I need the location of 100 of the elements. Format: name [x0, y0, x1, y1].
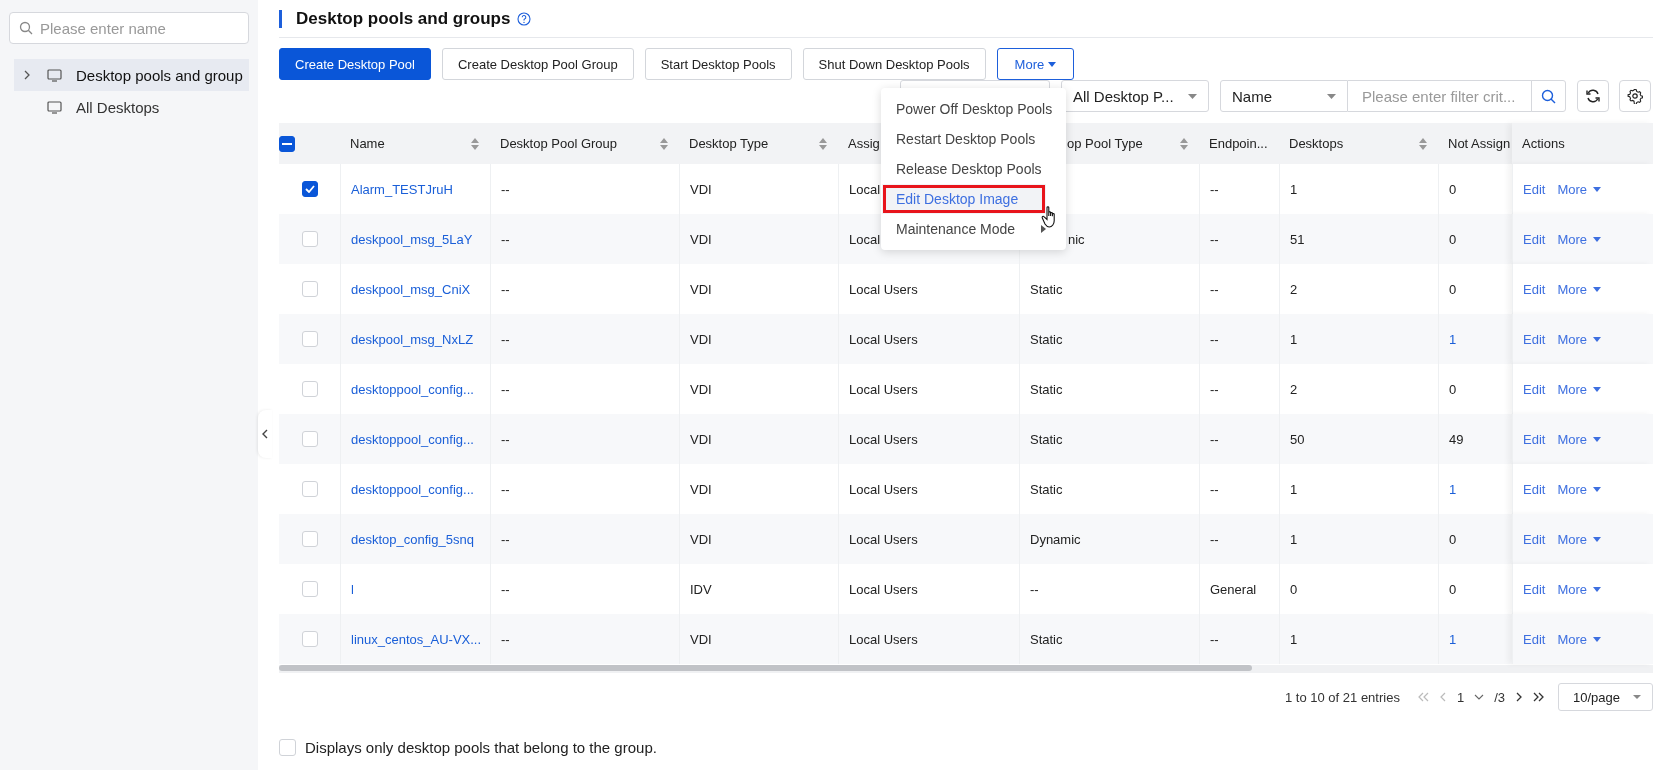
pool-name-link[interactable]: desktop_config_5snq	[351, 531, 474, 547]
caret-icon[interactable]	[1593, 236, 1602, 242]
caret-icon[interactable]	[1593, 436, 1602, 442]
page-number[interactable]: 1	[1456, 689, 1465, 705]
pool-name-link[interactable]: Alarm_TESTJruH	[351, 181, 453, 197]
group-only-checkbox[interactable]	[279, 739, 296, 756]
table-cell[interactable]: 1	[1449, 331, 1457, 347]
edit-link[interactable]: Edit	[1523, 581, 1546, 597]
caret-icon[interactable]	[1593, 486, 1602, 492]
column-header: Assig	[848, 136, 880, 151]
table-cell[interactable]: 1	[1449, 481, 1457, 497]
chevron-right-icon[interactable]	[23, 70, 31, 80]
pool-name-link[interactable]: desktoppool_config...	[351, 481, 474, 497]
sort-icon[interactable]	[659, 136, 669, 151]
edit-link[interactable]: Edit	[1523, 531, 1546, 547]
more-link[interactable]: More	[1557, 531, 1602, 547]
refresh-icon[interactable]	[1585, 88, 1601, 104]
caret-icon[interactable]	[1593, 586, 1602, 592]
caret-icon[interactable]	[1593, 286, 1602, 292]
search-button[interactable]	[1531, 80, 1566, 112]
sort-icon[interactable]	[818, 136, 828, 151]
caret-icon[interactable]	[1048, 61, 1057, 67]
search-field[interactable]: Please enter name	[9, 12, 249, 44]
scrollbar-thumb[interactable]	[279, 665, 1252, 671]
toolbar-button[interactable]: Shut Down Desktop Pools	[802, 48, 986, 80]
caret-icon[interactable]	[1593, 336, 1602, 342]
search-icon[interactable]	[1541, 88, 1556, 104]
caret-icon[interactable]	[1593, 186, 1602, 192]
row-checkbox[interactable]	[301, 181, 318, 197]
pool-name-link[interactable]: deskpool_msg_NxLZ	[351, 331, 474, 347]
edit-link[interactable]: Edit	[1523, 481, 1546, 497]
table-cell: 2	[1290, 281, 1298, 297]
caret-icon[interactable]	[1633, 695, 1641, 699]
chevron-down-icon[interactable]	[1474, 694, 1485, 700]
tree-item[interactable]: All Desktops	[14, 91, 249, 123]
more-link[interactable]: More	[1557, 231, 1602, 247]
more-link[interactable]: More	[1557, 431, 1602, 447]
edit-link[interactable]: Edit	[1523, 431, 1546, 447]
table-cell: Static	[1030, 331, 1063, 347]
caret-icon[interactable]	[1327, 94, 1336, 99]
more-link[interactable]: More	[1557, 631, 1602, 647]
sort-icon[interactable]	[1418, 136, 1428, 151]
edit-link[interactable]: Edit	[1523, 331, 1546, 347]
settings-icon[interactable]	[1627, 88, 1643, 104]
more-link[interactable]: More	[1557, 281, 1602, 297]
pool-name-link[interactable]: desktoppool_config...	[351, 381, 474, 397]
select-all-checkbox[interactable]	[279, 135, 295, 152]
last-page-icon[interactable]	[1532, 692, 1544, 702]
menu-item[interactable]: Restart Desktop Pools	[881, 124, 1066, 154]
filter-input[interactable]: Please enter filter crit...	[1348, 80, 1532, 112]
tree-item[interactable]: Desktop pools and group	[14, 59, 249, 91]
table-cell: --	[501, 181, 510, 197]
edit-link[interactable]: Edit	[1523, 381, 1546, 397]
caret-icon[interactable]	[1593, 636, 1602, 642]
more-link[interactable]: More	[1557, 181, 1602, 197]
table-cell: --	[501, 431, 510, 447]
menu-item[interactable]: Maintenance Mode	[881, 214, 1066, 244]
next-page-icon[interactable]	[1515, 692, 1522, 702]
pool-name-link[interactable]: l	[351, 581, 354, 597]
menu-item[interactable]: Release Desktop Pools	[881, 154, 1066, 184]
sort-icon[interactable]	[1179, 136, 1189, 151]
edit-link[interactable]: Edit	[1523, 181, 1546, 197]
sort-icon[interactable]	[470, 136, 480, 151]
edit-link[interactable]: Edit	[1523, 631, 1546, 647]
toolbar-button[interactable]: Create Desktop Pool	[279, 48, 431, 80]
table-cell[interactable]: 1	[1449, 631, 1457, 647]
table-cell: --	[1210, 231, 1219, 247]
toolbar-button[interactable]: Start Desktop Pools	[644, 48, 792, 80]
pool-name-link[interactable]: desktoppool_config...	[351, 431, 474, 447]
settings-button[interactable]	[1619, 80, 1651, 112]
more-link[interactable]: More	[1557, 481, 1602, 497]
menu-item[interactable]: Edit Desktop Image	[882, 184, 1046, 214]
field-select[interactable]: Name	[1220, 80, 1348, 112]
page-total: /3	[1494, 689, 1505, 705]
table-cell: VDI	[690, 331, 712, 347]
checkmark-icon[interactable]	[304, 185, 315, 193]
help-icon[interactable]	[517, 12, 532, 26]
more-link[interactable]: More	[1557, 581, 1602, 597]
toolbar-button[interactable]: More	[996, 48, 1075, 80]
caret-right-icon[interactable]	[1041, 225, 1046, 233]
filter-select[interactable]: All Desktop P...	[1061, 80, 1209, 112]
toolbar-button[interactable]: Create Desktop Pool Group	[441, 48, 634, 80]
minus-icon[interactable]	[282, 142, 292, 145]
table-cell: --	[1210, 631, 1219, 647]
more-link[interactable]: More	[1557, 331, 1602, 347]
table-cell: 1	[1290, 531, 1298, 547]
pool-name-link[interactable]: deskpool_msg_CniX	[351, 281, 471, 297]
page-size-select[interactable]: 10/page	[1558, 683, 1653, 711]
more-link[interactable]: More	[1557, 381, 1602, 397]
pool-name-link[interactable]: deskpool_msg_5LaY	[351, 231, 473, 247]
table-cell: --	[1210, 431, 1219, 447]
caret-icon[interactable]	[1593, 386, 1602, 392]
refresh-button[interactable]	[1577, 80, 1609, 112]
caret-icon[interactable]	[1188, 94, 1197, 99]
chevron-left-icon[interactable]	[262, 429, 268, 439]
edit-link[interactable]: Edit	[1523, 231, 1546, 247]
edit-link[interactable]: Edit	[1523, 281, 1546, 297]
caret-icon[interactable]	[1593, 536, 1602, 542]
pool-name-link[interactable]: linux_centos_AU-VX...	[351, 631, 482, 647]
collapse-handle[interactable]	[258, 410, 272, 458]
